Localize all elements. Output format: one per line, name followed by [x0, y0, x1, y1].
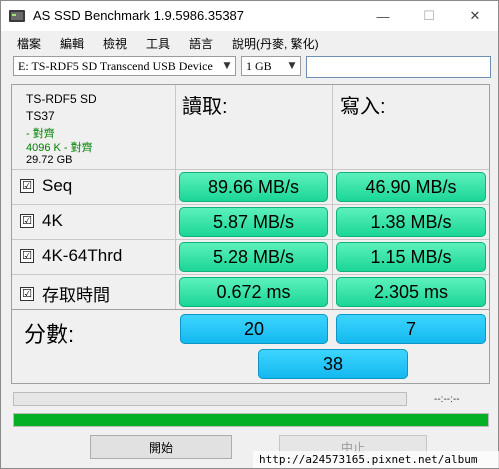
- overall-progress-fill: [14, 414, 488, 426]
- text-input[interactable]: [306, 56, 491, 78]
- title-bar[interactable]: AS SSD Benchmark 1.9.5986.35387 — ☐ ✕: [1, 1, 498, 31]
- read-column-header: 讀取:: [182, 96, 228, 118]
- overall-progress-bar: [13, 413, 489, 427]
- row-divider: [12, 204, 489, 205]
- minimize-button[interactable]: —: [360, 1, 406, 31]
- close-icon: ✕: [469, 8, 481, 23]
- menu-language[interactable]: 語言: [189, 35, 213, 52]
- score-label: 分數:: [24, 322, 75, 347]
- app-icon: [9, 10, 25, 22]
- elapsed-time: --:--:--: [434, 394, 460, 405]
- row-4k-label[interactable]: ☑ 4K: [20, 211, 63, 231]
- row-label-text: 存取時間: [42, 286, 110, 305]
- chevron-down-icon: ▼: [223, 61, 231, 71]
- size-select-value: 1 GB: [246, 59, 272, 73]
- start-button[interactable]: 開始: [90, 435, 232, 459]
- 4k-read-result: 5.87 MB/s: [179, 207, 328, 237]
- row-divider: [12, 274, 489, 275]
- maximize-button[interactable]: ☐: [406, 1, 452, 31]
- read-score: 20: [180, 314, 328, 344]
- row-divider: [12, 239, 489, 240]
- checked-checkbox-icon[interactable]: ☑: [20, 214, 34, 228]
- app-window: AS SSD Benchmark 1.9.5986.35387 — ☐ ✕ 檔案…: [0, 0, 499, 469]
- seq-write-result: 46.90 MB/s: [336, 172, 486, 202]
- window-title: AS SSD Benchmark 1.9.5986.35387: [33, 8, 245, 23]
- write-score: 7: [336, 314, 486, 344]
- device-name: TS-RDF5 SD: [26, 92, 97, 106]
- column-divider: [332, 85, 333, 310]
- write-column-header: 寫入:: [340, 96, 386, 118]
- menu-tools[interactable]: 工具: [146, 35, 170, 52]
- maximize-icon: ☐: [423, 8, 435, 23]
- row-seq-label[interactable]: ☑ Seq: [20, 176, 72, 196]
- menu-edit[interactable]: 編輯: [60, 35, 84, 52]
- chevron-down-icon: ▼: [288, 61, 296, 71]
- row-access-label[interactable]: ☑ 存取時間: [20, 281, 110, 306]
- 4k-write-result: 1.38 MB/s: [336, 207, 486, 237]
- size-select[interactable]: 1 GB ▼: [241, 56, 301, 76]
- 4k64-read-result: 5.28 MB/s: [179, 242, 328, 272]
- row-4k64-label[interactable]: ☑ 4K-64Thrd: [20, 246, 122, 266]
- row-divider: [12, 309, 489, 310]
- watermark-url: http://a24573165.pixnet.net/album: [253, 451, 499, 468]
- access-write-result: 2.305 ms: [336, 277, 486, 307]
- 4k64-write-result: 1.15 MB/s: [336, 242, 486, 272]
- row-label-text: 4K: [42, 211, 63, 230]
- row-divider: [12, 169, 489, 170]
- device-select[interactable]: E: TS-RDF5 SD Transcend USB Device ▼: [13, 56, 236, 76]
- device-alignment-offset: 4096 K - 對齊: [26, 142, 93, 154]
- row-label-text: 4K-64Thrd: [42, 246, 123, 265]
- menu-bar: 檔案 編輯 檢視 工具 語言 說明(丹麥, 繁化): [1, 31, 498, 53]
- total-score: 38: [258, 349, 408, 379]
- menu-file[interactable]: 檔案: [17, 35, 41, 52]
- menu-help[interactable]: 說明(丹麥, 繁化): [232, 35, 319, 52]
- device-select-value: E: TS-RDF5 SD Transcend USB Device: [18, 59, 213, 73]
- menu-view[interactable]: 檢視: [103, 35, 127, 52]
- device-firmware: TS37: [26, 109, 55, 123]
- seq-read-result: 89.66 MB/s: [179, 172, 328, 202]
- results-panel: TS-RDF5 SD TS37 - 對齊 4096 K - 對齊 29.72 G…: [11, 84, 490, 384]
- row-label-text: Seq: [42, 176, 73, 195]
- column-divider: [175, 85, 176, 310]
- task-progress-bar: [13, 392, 407, 406]
- device-capacity: 29.72 GB: [26, 154, 73, 166]
- checked-checkbox-icon[interactable]: ☑: [20, 286, 34, 301]
- access-read-result: 0.672 ms: [179, 277, 328, 307]
- minimize-icon: —: [376, 8, 390, 24]
- checked-checkbox-icon[interactable]: ☑: [20, 249, 34, 263]
- close-button[interactable]: ✕: [452, 1, 498, 31]
- checked-checkbox-icon[interactable]: ☑: [20, 179, 34, 193]
